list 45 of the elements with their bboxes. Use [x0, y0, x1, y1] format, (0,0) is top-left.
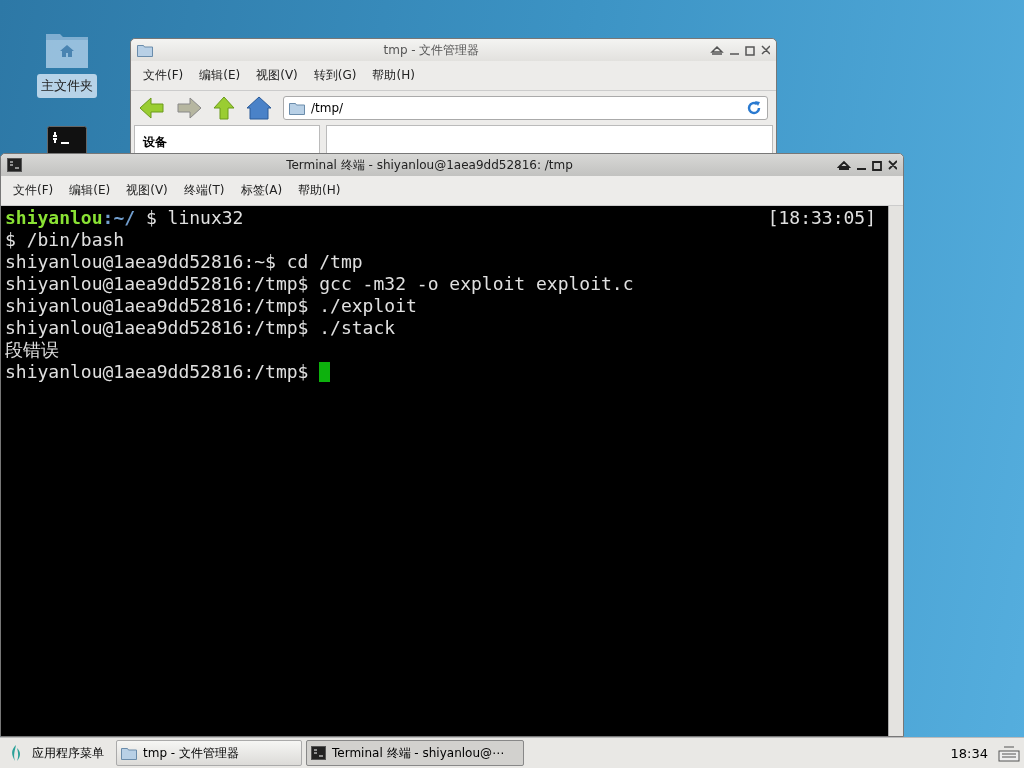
- reload-icon[interactable]: [746, 100, 762, 116]
- menu-item[interactable]: 编辑(E): [193, 64, 247, 87]
- window-title: tmp - 文件管理器: [382, 41, 481, 59]
- menu-item[interactable]: 终端(T): [177, 179, 231, 202]
- terminal-line: shiyanlou:~/ $ linux32: [5, 207, 244, 229]
- menu-item[interactable]: 标签(A): [234, 179, 289, 202]
- timestamp: [18:33:05]: [767, 207, 877, 229]
- window-title: Terminal 终端 - shiyanlou@1aea9dd52816: /tmp: [285, 156, 574, 174]
- terminal-icon: [7, 158, 22, 172]
- window-controls-icon[interactable]: [710, 44, 770, 56]
- terminal-line: 段错误: [5, 339, 59, 361]
- menu-item[interactable]: 视图(V): [250, 64, 304, 87]
- home-icon[interactable]: [246, 96, 272, 120]
- forward-arrow-icon[interactable]: [176, 97, 202, 119]
- menu-item[interactable]: 文件(F): [7, 179, 60, 202]
- terminal-line: shiyanlou@1aea9dd52816:/tmp$ gcc -m32 -o exploit exploit.c: [5, 273, 634, 295]
- terminal-icon: [311, 746, 326, 760]
- terminal-line: shiyanlou@1aea9dd52816:/tmp$: [5, 361, 310, 383]
- back-arrow-icon[interactable]: [139, 97, 165, 119]
- clock: 18:34: [949, 745, 989, 761]
- taskbar-button[interactable]: Terminal 终端 - shiyanlou@⋯: [306, 740, 524, 766]
- window-controls-icon[interactable]: [837, 159, 897, 171]
- scrollbar[interactable]: [888, 206, 903, 736]
- sidebar-heading: 设备: [143, 135, 167, 149]
- leaf-logo-icon: [10, 744, 22, 762]
- menu-item[interactable]: 转到(G): [307, 64, 363, 87]
- folder-icon: [137, 43, 153, 57]
- app-menu-button[interactable]: 应用程序菜单: [4, 740, 112, 766]
- terminal-line: shiyanlou@1aea9dd52816:~$ cd /tmp: [5, 251, 363, 273]
- menu-item[interactable]: 文件(F): [137, 64, 190, 87]
- keyboard-icon[interactable]: [998, 743, 1020, 763]
- folder-icon: [121, 746, 137, 760]
- menu-item[interactable]: 帮助(H): [366, 64, 421, 87]
- menu-item[interactable]: 视图(V): [120, 179, 174, 202]
- desktop-icon-label[interactable]: 主文件夹: [37, 74, 97, 98]
- location-field[interactable]: /tmp/: [283, 96, 768, 120]
- menu-item[interactable]: 编辑(E): [63, 179, 117, 202]
- terminal-icon[interactable]: [47, 126, 87, 156]
- terminal-line: $ /bin/bash: [5, 229, 125, 251]
- terminal-line: shiyanlou@1aea9dd52816:/tmp$ ./stack: [5, 317, 396, 339]
- terminal-line: shiyanlou@1aea9dd52816:/tmp$ ./exploit: [5, 295, 417, 317]
- folder-icon: [289, 101, 305, 115]
- taskbar-button[interactable]: tmp - 文件管理器: [116, 740, 302, 766]
- up-arrow-icon[interactable]: [213, 96, 235, 120]
- menu-item[interactable]: 帮助(H): [292, 179, 347, 202]
